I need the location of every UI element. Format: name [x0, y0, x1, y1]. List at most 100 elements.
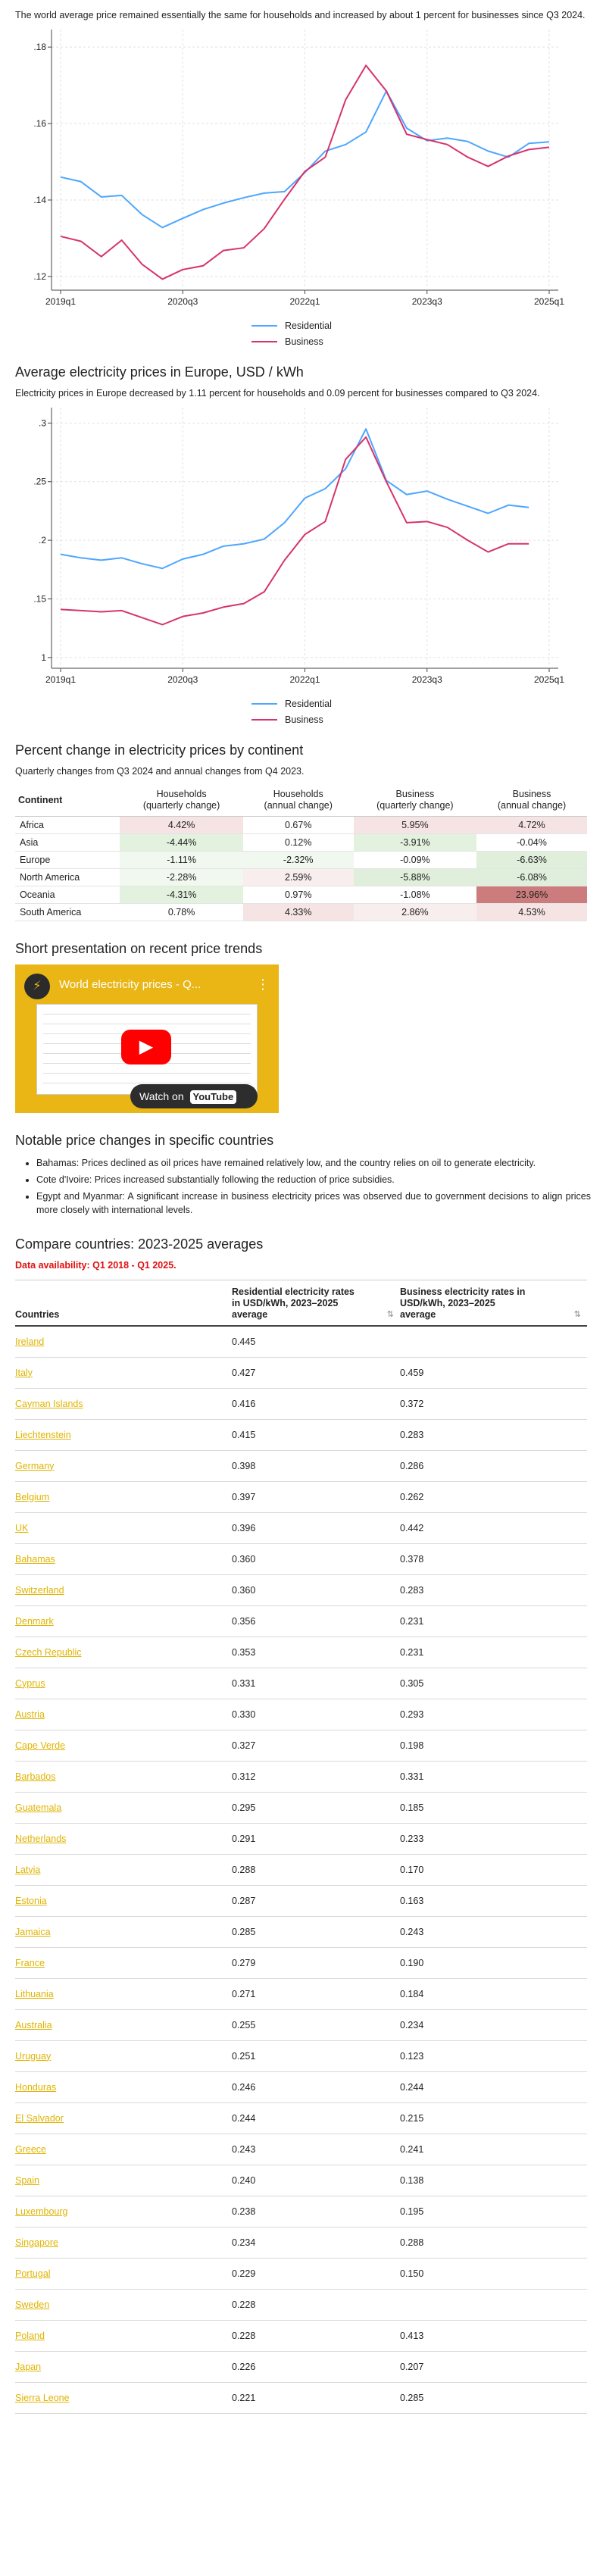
- country-link[interactable]: Guatemala: [15, 1802, 61, 1813]
- table-row: Luxembourg 0.238 0.195: [15, 2196, 587, 2227]
- country-link[interactable]: Poland: [15, 2331, 45, 2341]
- residential-rate: 0.229: [232, 2258, 400, 2290]
- business-rate: 0.198: [400, 1730, 587, 1762]
- country-link[interactable]: Sierra Leone: [15, 2393, 70, 2403]
- country-cell: UK: [15, 1512, 232, 1544]
- country-link[interactable]: Denmark: [15, 1616, 54, 1627]
- change-value: 4.72%: [476, 816, 587, 834]
- sort-icon[interactable]: ⇅: [574, 1309, 581, 1321]
- country-link[interactable]: Estonia: [15, 1896, 47, 1906]
- country-link[interactable]: Portugal: [15, 2268, 51, 2279]
- country-link[interactable]: Greece: [15, 2144, 46, 2155]
- video-embed[interactable]: ⚡ World electricity prices - Q... ⋮ ▶ Wa…: [15, 964, 279, 1113]
- data-availability-note: Data availability: Q1 2018 - Q1 2025.: [15, 1260, 176, 1271]
- notable-item: Egypt and Myanmar: A significant increas…: [36, 1190, 591, 1217]
- table-row: Singapore 0.234 0.288: [15, 2227, 587, 2259]
- table-row: Estonia 0.287 0.163: [15, 1885, 587, 1917]
- business-rate: 0.150: [400, 2258, 587, 2290]
- country-cell: Germany: [15, 1450, 232, 1482]
- country-cell: Australia: [15, 2009, 232, 2041]
- business-rate: 0.123: [400, 2040, 587, 2072]
- country-link[interactable]: Australia: [15, 2020, 52, 2030]
- country-link[interactable]: Switzerland: [15, 1585, 64, 1596]
- country-cell: El Salvador: [15, 2102, 232, 2134]
- country-link[interactable]: Luxembourg: [15, 2206, 68, 2217]
- country-cell: Liechtenstein: [15, 1419, 232, 1451]
- change-value: -6.08%: [476, 868, 587, 886]
- residential-rate: 0.234: [232, 2227, 400, 2259]
- country-cell: Barbados: [15, 1761, 232, 1793]
- residential-rate: 0.228: [232, 2320, 400, 2352]
- business-rate: 0.331: [400, 1761, 587, 1793]
- table-row: Cayman Islands 0.416 0.372: [15, 1388, 587, 1420]
- table-row: Greece 0.243 0.241: [15, 2134, 587, 2165]
- residential-rate: 0.360: [232, 1543, 400, 1575]
- change-value: 4.42%: [120, 816, 243, 834]
- residential-rate: 0.246: [232, 2071, 400, 2103]
- play-button[interactable]: ▶: [121, 1030, 171, 1064]
- country-link[interactable]: Liechtenstein: [15, 1430, 71, 1440]
- x-tick-label: 2020q3: [167, 296, 198, 307]
- sort-icon[interactable]: ⇅: [387, 1309, 394, 1321]
- table-row: France 0.279 0.190: [15, 1947, 587, 1979]
- y-tick-label: 1: [41, 652, 46, 663]
- country-link[interactable]: Sweden: [15, 2299, 49, 2310]
- country-link[interactable]: Spain: [15, 2175, 39, 2186]
- table-row: Bahamas 0.360 0.378: [15, 1543, 587, 1575]
- country-link[interactable]: Jamaica: [15, 1927, 51, 1937]
- country-link[interactable]: Lithuania: [15, 1989, 54, 1999]
- country-link[interactable]: Uruguay: [15, 2051, 51, 2062]
- country-link[interactable]: Bahamas: [15, 1554, 55, 1565]
- country-link[interactable]: El Salvador: [15, 2113, 64, 2124]
- x-tick-label: 2025q1: [534, 296, 564, 307]
- country-link[interactable]: Cyprus: [15, 1678, 45, 1689]
- country-link[interactable]: Czech Republic: [15, 1647, 82, 1658]
- country-cell: Sierra Leone: [15, 2382, 232, 2414]
- change-value: -6.63%: [476, 851, 587, 869]
- residential-rate: 0.221: [232, 2382, 400, 2414]
- change-value: -4.31%: [120, 886, 243, 904]
- change-value: 0.12%: [242, 833, 354, 852]
- country-link[interactable]: Honduras: [15, 2082, 56, 2093]
- col-business[interactable]: Business electricity rates in USD/kWh, 2…: [400, 1280, 587, 1327]
- country-link[interactable]: Japan: [15, 2362, 41, 2372]
- continent-name: South America: [15, 903, 120, 921]
- table-row: Jamaica 0.285 0.243: [15, 1916, 587, 1948]
- watch-on-youtube-button[interactable]: Watch on YouTube: [130, 1084, 258, 1108]
- country-cell: Japan: [15, 2351, 232, 2383]
- col-countries[interactable]: Countries: [15, 1280, 232, 1327]
- country-compare-table: Countries Residential electricity rates …: [15, 1280, 587, 2414]
- continent-name: Africa: [15, 816, 120, 834]
- col-residential[interactable]: Residential electricity rates in USD/kWh…: [232, 1280, 400, 1327]
- change-value: -2.32%: [242, 851, 354, 869]
- country-link[interactable]: Cayman Islands: [15, 1399, 83, 1409]
- col-continent: Continent: [15, 784, 120, 817]
- channel-logo-icon[interactable]: ⚡: [24, 974, 50, 999]
- country-cell: Netherlands: [15, 1823, 232, 1855]
- business-rate: 0.283: [400, 1574, 587, 1606]
- country-link[interactable]: Ireland: [15, 1336, 44, 1347]
- business-rate: 0.190: [400, 1947, 587, 1979]
- table-row: Germany 0.398 0.286: [15, 1450, 587, 1482]
- more-options-icon[interactable]: ⋮: [256, 977, 270, 993]
- country-cell: Bahamas: [15, 1543, 232, 1575]
- change-value: 2.59%: [242, 868, 354, 886]
- country-link[interactable]: Germany: [15, 1461, 54, 1471]
- country-link[interactable]: UK: [15, 1523, 28, 1533]
- country-link[interactable]: Barbados: [15, 1771, 56, 1782]
- table-row: South America 0.78% 4.33% 2.86% 4.53%: [15, 903, 587, 921]
- country-link[interactable]: Latvia: [15, 1865, 40, 1875]
- country-link[interactable]: Belgium: [15, 1492, 49, 1502]
- country-link[interactable]: Italy: [15, 1368, 33, 1378]
- country-link[interactable]: France: [15, 1958, 45, 1968]
- country-link[interactable]: Austria: [15, 1709, 45, 1720]
- change-value: -5.88%: [353, 868, 477, 886]
- country-link[interactable]: Singapore: [15, 2237, 58, 2248]
- y-tick-label: .12: [33, 271, 46, 282]
- y-tick-label: .25: [33, 477, 46, 487]
- country-cell: Guatemala: [15, 1792, 232, 1824]
- video-title[interactable]: World electricity prices - Q...: [59, 978, 201, 991]
- country-link[interactable]: Cape Verde: [15, 1740, 65, 1751]
- x-tick-label: 2022q1: [289, 674, 320, 685]
- country-link[interactable]: Netherlands: [15, 1834, 66, 1844]
